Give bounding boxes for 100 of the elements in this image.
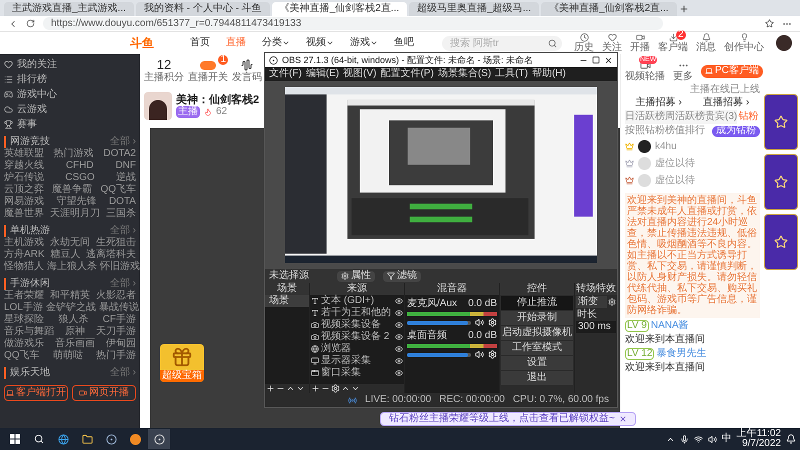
category-link[interactable]: 火影忍者 [96,290,136,302]
volume-icon[interactable] [708,434,717,444]
duration-field[interactable]: 300 ms [576,321,616,333]
header-action[interactable]: 开播 [630,42,650,54]
category-link[interactable]: 网易游戏 [4,196,44,208]
category-link[interactable]: 海上狼人杀 [47,261,97,273]
gamepad-icon[interactable] [4,90,13,99]
heart-icon[interactable] [608,32,616,42]
category-link[interactable]: 天涯明月刀 [50,208,100,220]
category-link[interactable]: 方舟ARK [4,249,45,261]
nav-link[interactable]: 鱼吧 [394,37,414,49]
header-action[interactable]: 客户端 [658,42,688,54]
rank-tab[interactable]: 周活跃榜 [665,110,705,124]
volume-slider[interactable] [407,320,471,324]
add-icon[interactable] [311,384,320,393]
header-action[interactable]: 关注 [602,42,622,54]
recruit-link[interactable]: 主播招募 › [636,97,682,109]
heart-icon[interactable] [4,60,13,69]
sidebar-item[interactable]: 游戏中心 [17,88,57,100]
rank-tab[interactable]: 日活跃榜 [625,110,665,124]
video-icon[interactable] [636,32,644,42]
download-icon[interactable] [668,32,678,42]
network-icon[interactable] [694,434,703,444]
category-link[interactable]: 做游戏乐 [4,338,44,350]
promo-card[interactable] [764,94,798,150]
settings-icon[interactable] [331,384,340,393]
menu-item[interactable]: 编辑(E) [306,68,340,80]
category-link[interactable]: 逆战 [116,172,136,184]
globe-icon[interactable] [58,434,68,444]
volume-slider[interactable] [407,352,471,356]
reload-icon[interactable] [26,19,35,28]
nav-link[interactable]: 直播 [226,37,246,49]
panel-action[interactable]: 视频轮播 [625,70,665,82]
new-tab-icon[interactable] [678,4,689,14]
category-link[interactable]: DNF [115,160,136,172]
category-link[interactable]: 糖豆人 [50,249,80,261]
category-link[interactable]: 魔兽世界 [4,208,44,220]
menu-item[interactable]: 帮助(H) [532,68,566,80]
menu-item[interactable]: 场景集合(S) [438,68,492,80]
more-link[interactable]: 全部 › [110,366,136,378]
category-link[interactable]: 原神 [65,326,85,338]
category-link[interactable]: 生死狙击 [96,237,136,249]
category-link[interactable]: 和平精英 [50,290,90,302]
menu-item[interactable]: 文件(F) [269,68,302,80]
sidebar-button[interactable]: 网页开播 [72,385,136,401]
header-action[interactable]: 创作中心 [724,42,764,54]
source-item[interactable]: 文本 (GDI+) [321,295,374,307]
category-link[interactable]: 伊甸园 [106,338,136,350]
source-item[interactable]: 视频采集设备 2 [321,331,390,343]
category-link[interactable]: 暴战传说 [98,302,139,314]
category-link[interactable]: 金铲铲之战 [46,302,96,314]
caret-icon[interactable] [370,39,378,47]
category-link[interactable]: 炉石传说 [4,172,44,184]
star-icon[interactable] [774,235,788,249]
category-link[interactable]: 音乐与舞蹈 [4,326,54,338]
stat-label[interactable]: 直播开关 [188,72,228,84]
panel-action[interactable]: 更多 [673,70,693,82]
microphone-icon[interactable] [680,434,689,444]
sidebar-button[interactable]: 客户端打开 [4,385,68,401]
stat-label[interactable]: 发言码 [232,72,262,84]
browser-tab[interactable]: 《美神直播_仙剑客栈2直... [541,2,677,16]
speaker-icon[interactable] [475,350,484,359]
category-link[interactable]: DOTA [108,196,136,208]
category-link[interactable]: 主机游戏 [4,237,44,249]
source-item[interactable]: 视频采集设备 [321,319,381,331]
browser-tab[interactable]: 我的资料 - 个人中心 - 斗鱼 [136,2,270,16]
maximize-icon[interactable] [592,56,600,64]
browser-tab[interactable]: 主武游戏直播_主武游戏... [4,2,134,16]
sidebar-item[interactable]: 赛事 [17,118,37,130]
clock-time[interactable]: 上午11:02 [736,429,781,439]
nav-link[interactable]: 视频 [306,37,334,49]
close-icon[interactable] [604,56,613,64]
gift-icon[interactable] [171,346,193,368]
rank-tab[interactable]: 贵宾(3) [705,110,738,124]
up-icon[interactable] [286,384,295,393]
category-link[interactable]: 热门游戏 [54,148,94,160]
category-link[interactable]: 云顶之弈 [4,184,44,196]
list-icon[interactable] [4,75,13,84]
category-link[interactable]: 萌萌哒 [52,350,83,362]
category-link[interactable]: LOL手游 [4,302,43,314]
control-button[interactable]: 工作室模式 [501,341,573,355]
sidebar-item[interactable]: 我的关注 [17,58,57,70]
category-link[interactable]: CF手游 [102,314,136,326]
site-logo[interactable]: 斗鱼 [130,37,154,49]
promo-card[interactable] [764,214,798,270]
favorite-icon[interactable] [765,19,774,28]
visibility-icon[interactable] [395,345,403,353]
chat-user[interactable]: 暴食男先生 [656,348,706,360]
avatar[interactable] [776,35,792,51]
more-link[interactable]: 全部 › [110,224,136,236]
category-link[interactable]: 天刀手游 [96,326,136,338]
category-link[interactable]: 热门手游 [96,350,136,362]
visibility-icon[interactable] [395,357,403,365]
category-link[interactable]: CFHD [66,160,94,172]
star-icon[interactable] [774,115,788,129]
source-item[interactable]: 浏览器 [321,343,351,355]
transition-select[interactable]: 渐变 [576,296,607,308]
visibility-icon[interactable] [395,369,403,377]
windows-logo-icon[interactable] [10,434,20,444]
control-button[interactable]: 退出 [501,371,573,385]
